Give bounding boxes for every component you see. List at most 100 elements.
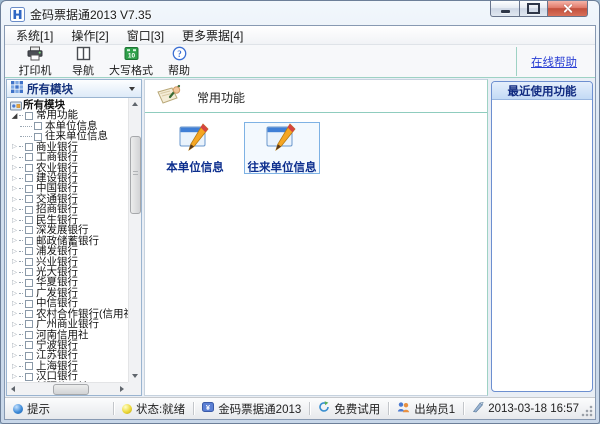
collapse-icon[interactable]: ◢ bbox=[10, 111, 19, 120]
expand-icon[interactable]: ▷ bbox=[10, 174, 19, 183]
tree-checkbox[interactable] bbox=[25, 237, 33, 245]
datetime-pen-icon bbox=[472, 401, 484, 416]
tree-checkbox[interactable] bbox=[25, 258, 33, 266]
menu-item-more-bills[interactable]: 更多票据[4] bbox=[173, 26, 252, 45]
tree-checkbox[interactable] bbox=[25, 247, 33, 255]
expand-icon[interactable]: ▷ bbox=[10, 320, 19, 329]
maximize-button[interactable] bbox=[519, 1, 548, 17]
tree-checkbox[interactable] bbox=[25, 362, 33, 370]
tree-horizontal-scrollbar[interactable] bbox=[7, 382, 128, 395]
function-item-label: 往来单位信息 bbox=[248, 159, 317, 175]
expand-icon[interactable]: ▷ bbox=[10, 289, 19, 298]
sidebar: 所有模块 所有模块◢常用功能本单位信息往来单位信息▷商业银行▷工商银行▷农业银行… bbox=[6, 79, 142, 396]
printer-label: 打印机 bbox=[19, 62, 52, 78]
online-help-link[interactable]: 在线帮助 bbox=[531, 54, 577, 70]
close-button[interactable] bbox=[548, 1, 588, 17]
expand-icon[interactable]: ▷ bbox=[10, 247, 19, 256]
tree-checkbox[interactable] bbox=[25, 268, 33, 276]
tree-checkbox[interactable] bbox=[25, 289, 33, 297]
tree-checkbox[interactable] bbox=[25, 279, 33, 287]
tree-checkbox[interactable] bbox=[34, 122, 42, 130]
vertical-scroll-thumb[interactable] bbox=[130, 136, 141, 214]
tree-checkbox[interactable] bbox=[25, 310, 33, 318]
tree-checkbox[interactable] bbox=[25, 352, 33, 360]
help-icon: ? bbox=[172, 46, 187, 61]
expand-icon[interactable]: ▷ bbox=[10, 372, 19, 381]
app-name-label: 金码票据通2013 bbox=[218, 401, 301, 417]
all-modules-icon bbox=[10, 100, 23, 111]
navigation-icon bbox=[76, 46, 91, 61]
menu-item-system[interactable]: 系统[1] bbox=[7, 26, 62, 45]
tree-checkbox[interactable] bbox=[25, 216, 33, 224]
scroll-right-icon[interactable] bbox=[120, 386, 124, 392]
function-item-contact-info[interactable]: 往来单位信息 bbox=[244, 122, 320, 174]
tree-checkbox[interactable] bbox=[25, 195, 33, 203]
maximize-icon bbox=[527, 3, 540, 14]
title-bar[interactable]: 金码票据通2013 V7.35 bbox=[4, 1, 596, 25]
help-button[interactable]: ? 帮助 bbox=[155, 46, 203, 77]
expand-icon[interactable]: ▷ bbox=[10, 351, 19, 360]
tree-vertical-scrollbar[interactable] bbox=[128, 98, 141, 382]
module-tree: 所有模块◢常用功能本单位信息往来单位信息▷商业银行▷工商银行▷农业银行▷建设银行… bbox=[6, 98, 142, 396]
expand-icon[interactable]: ▷ bbox=[10, 205, 19, 214]
expand-icon[interactable]: ▷ bbox=[10, 216, 19, 225]
scroll-up-icon[interactable] bbox=[132, 102, 138, 106]
minimize-icon bbox=[501, 10, 510, 13]
expand-icon[interactable]: ▷ bbox=[10, 163, 19, 172]
uppercase-format-button[interactable]: 10 大写格式 bbox=[107, 46, 155, 77]
expand-icon[interactable]: ▷ bbox=[10, 184, 19, 193]
expand-icon[interactable]: ▷ bbox=[10, 299, 19, 308]
tree-checkbox[interactable] bbox=[25, 206, 33, 214]
tree-checkbox[interactable] bbox=[25, 112, 33, 120]
expand-icon[interactable]: ▷ bbox=[10, 195, 19, 204]
expand-icon[interactable]: ▷ bbox=[10, 226, 19, 235]
chevron-down-icon bbox=[129, 87, 135, 91]
scroll-left-icon[interactable] bbox=[11, 386, 15, 392]
expand-icon[interactable]: ▷ bbox=[10, 257, 19, 266]
minimize-button[interactable] bbox=[490, 1, 519, 17]
tree-item[interactable]: ▷浦发银行 bbox=[7, 246, 128, 256]
navigation-button[interactable]: 导航 bbox=[59, 46, 107, 77]
tree-checkbox[interactable] bbox=[25, 341, 33, 349]
app-badge-icon: ¥ bbox=[202, 401, 214, 416]
tip-sphere-icon bbox=[13, 404, 23, 414]
expand-icon[interactable]: ▷ bbox=[10, 330, 19, 339]
module-selector-label: 所有模块 bbox=[27, 81, 129, 97]
tree-checkbox[interactable] bbox=[25, 331, 33, 339]
expand-icon[interactable]: ▷ bbox=[10, 142, 19, 151]
user-label: 出纳员1 bbox=[414, 401, 455, 417]
uppercase-format-label: 大写格式 bbox=[109, 62, 153, 78]
printer-button[interactable]: 打印机 bbox=[11, 46, 59, 77]
tree-checkbox[interactable] bbox=[25, 164, 33, 172]
expand-icon[interactable]: ▷ bbox=[10, 309, 19, 318]
svg-text:?: ? bbox=[177, 48, 182, 58]
expand-icon[interactable]: ▷ bbox=[10, 153, 19, 162]
expand-icon[interactable]: ▷ bbox=[10, 236, 19, 245]
navigation-label: 导航 bbox=[72, 62, 94, 78]
expand-icon[interactable]: ▷ bbox=[10, 362, 19, 371]
tree-checkbox[interactable] bbox=[34, 133, 42, 141]
tree-checkbox[interactable] bbox=[25, 174, 33, 182]
expand-icon[interactable]: ▷ bbox=[10, 341, 19, 350]
main-panel: 常用功能 bbox=[144, 79, 488, 396]
tree-checkbox[interactable] bbox=[25, 143, 33, 151]
module-selector[interactable]: 所有模块 bbox=[6, 79, 142, 98]
tree-checkbox[interactable] bbox=[25, 320, 33, 328]
resize-grip[interactable] bbox=[581, 405, 593, 417]
function-list: 本单位信息 bbox=[145, 113, 487, 174]
module-tree-rows: 所有模块◢常用功能本单位信息往来单位信息▷商业银行▷工商银行▷农业银行▷建设银行… bbox=[7, 98, 128, 382]
scroll-down-icon[interactable] bbox=[132, 374, 138, 378]
function-item-company-info[interactable]: 本单位信息 bbox=[157, 122, 233, 174]
tree-checkbox[interactable] bbox=[25, 300, 33, 308]
menu-item-operate[interactable]: 操作[2] bbox=[62, 26, 117, 45]
tree-checkbox[interactable] bbox=[25, 153, 33, 161]
tree-checkbox[interactable] bbox=[25, 185, 33, 193]
tree-checkbox[interactable] bbox=[25, 226, 33, 234]
menu-item-window[interactable]: 窗口[3] bbox=[118, 26, 173, 45]
horizontal-scroll-thumb[interactable] bbox=[53, 384, 89, 395]
expand-icon[interactable]: ▷ bbox=[10, 268, 19, 277]
expand-icon[interactable]: ▷ bbox=[10, 278, 19, 287]
status-label: 状态:就绪 bbox=[136, 401, 185, 417]
svg-text:10: 10 bbox=[127, 52, 135, 59]
tree-checkbox[interactable] bbox=[25, 373, 33, 381]
